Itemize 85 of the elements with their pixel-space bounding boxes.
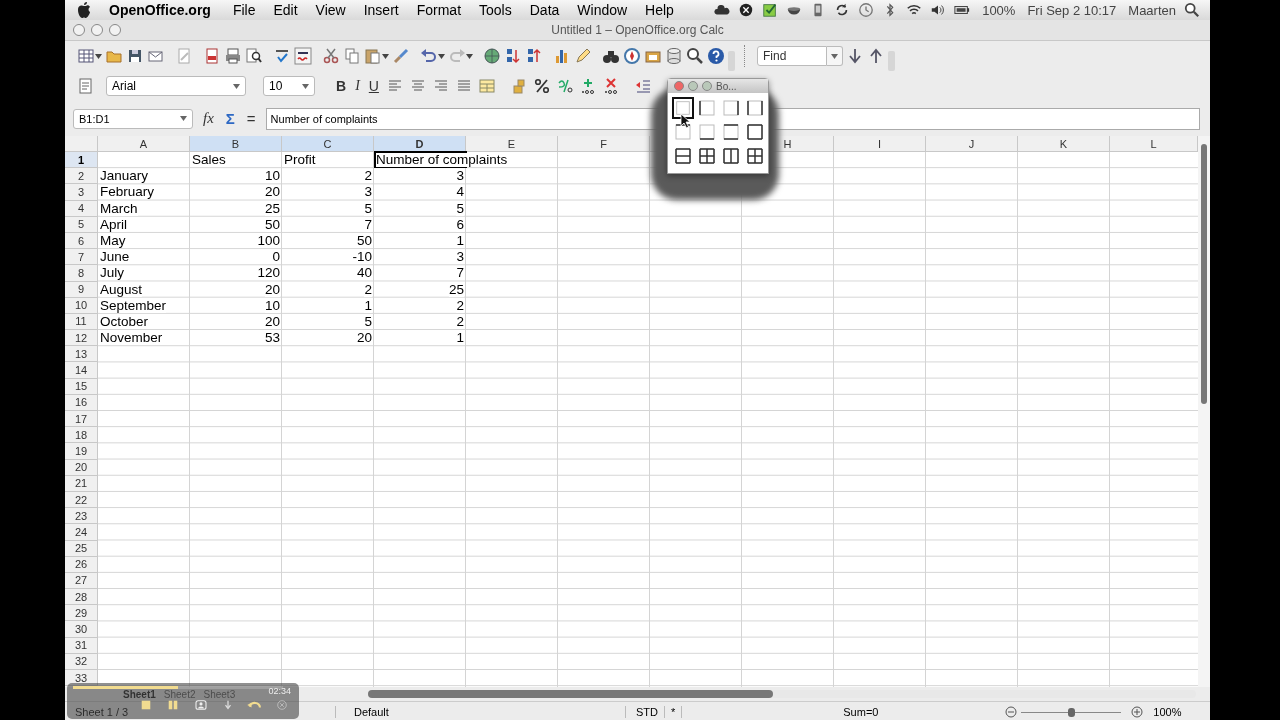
- cell-text: February: [100, 185, 155, 200]
- column-header[interactable]: J: [926, 136, 1018, 152]
- menu-item[interactable]: Insert: [363, 2, 399, 18]
- cell-text: 1: [364, 298, 372, 313]
- cell-text: 2: [364, 282, 372, 297]
- row-header[interactable]: 30: [65, 621, 98, 638]
- column-header[interactable]: L: [1110, 136, 1198, 152]
- formula-button[interactable]: Σ: [223, 110, 237, 127]
- column-header[interactable]: C: [282, 136, 374, 152]
- cell-text: 50: [264, 217, 280, 232]
- menu-item[interactable]: Data: [529, 2, 560, 18]
- cell-text: 5: [364, 314, 372, 329]
- find-field[interactable]: Find: [757, 46, 827, 66]
- cell-text: May: [100, 234, 126, 249]
- sheet-indicator: Sheet 1 / 3: [74, 706, 130, 718]
- formula-button[interactable]: fx: [201, 110, 216, 127]
- font-name-field[interactable]: Arial: [106, 76, 246, 96]
- column-header[interactable]: A: [98, 136, 190, 152]
- column-header[interactable]: K: [1018, 136, 1110, 152]
- cell-text: 20: [264, 314, 280, 329]
- zoom-level: 100%: [1152, 706, 1183, 718]
- menu-item[interactable]: Edit: [273, 2, 298, 18]
- cell-text: September: [100, 298, 167, 313]
- cell-text: 2: [456, 314, 464, 329]
- row-header[interactable]: 33: [65, 670, 98, 687]
- cell-text: 10: [264, 298, 280, 313]
- column-header[interactable]: I: [834, 136, 926, 152]
- page-style: Default: [335, 706, 625, 718]
- row-header[interactable]: 24: [65, 524, 98, 541]
- cell-text: Number of complaints: [376, 153, 508, 168]
- cell-text: 25: [448, 282, 464, 297]
- row-header[interactable]: 14: [65, 362, 98, 379]
- row-header[interactable]: 23: [65, 508, 98, 525]
- cell-text: 6: [456, 217, 464, 232]
- row-header[interactable]: 12: [65, 330, 98, 347]
- cell-text: 25: [264, 201, 280, 216]
- cell-text: October: [100, 314, 149, 329]
- cell-text: 5: [456, 201, 464, 216]
- text-style-button[interactable]: I: [353, 78, 362, 94]
- menu-item[interactable]: Window: [577, 2, 628, 18]
- cell-text: 2: [456, 298, 464, 313]
- row-header[interactable]: 29: [65, 605, 98, 622]
- app-name[interactable]: OpenOffice.org: [109, 2, 211, 18]
- column-header[interactable]: B: [190, 136, 282, 152]
- row-header[interactable]: 7: [65, 249, 98, 266]
- cell-text: 5: [364, 201, 372, 216]
- row-header[interactable]: 3: [65, 184, 98, 201]
- menu-item[interactable]: Tools: [479, 2, 512, 18]
- menu-clock[interactable]: Fri Sep 2 10:17: [1027, 2, 1117, 18]
- cell-text: 20: [264, 282, 280, 297]
- formula-button[interactable]: =: [244, 110, 258, 127]
- menu-item[interactable]: View: [315, 2, 346, 18]
- text-style-button[interactable]: U: [366, 78, 381, 94]
- row-header[interactable]: 17: [65, 411, 98, 428]
- sum-display: Sum=0: [842, 706, 880, 718]
- palette-title: Bo...: [716, 80, 737, 92]
- name-box[interactable]: B1:D1: [73, 108, 193, 129]
- cell-text: March: [100, 201, 138, 216]
- row-header[interactable]: 2: [65, 168, 98, 185]
- cell-text: July: [100, 266, 124, 281]
- cell-text: April: [100, 217, 127, 232]
- column-header[interactable]: E: [466, 136, 558, 152]
- window-title: Untitled 1 – OpenOffice.org Calc: [551, 23, 724, 37]
- column-header[interactable]: D: [374, 136, 466, 152]
- selection-mode[interactable]: STD: [625, 706, 664, 718]
- row-header[interactable]: 1: [65, 152, 98, 169]
- row-header[interactable]: 18: [65, 427, 98, 444]
- row-header[interactable]: 19: [65, 443, 98, 460]
- row-header[interactable]: 28: [65, 589, 98, 606]
- menu-item[interactable]: File: [232, 2, 256, 18]
- cell-text: August: [100, 282, 143, 297]
- menu-item[interactable]: Help: [645, 2, 674, 18]
- column-header[interactable]: F: [558, 136, 650, 152]
- sheet-tab[interactable]: Sheet1: [123, 688, 156, 700]
- user-name[interactable]: Maarten: [1128, 2, 1176, 18]
- modified-indicator: *: [664, 706, 683, 718]
- row-header[interactable]: 8: [65, 265, 98, 282]
- menu-item[interactable]: Format: [416, 2, 462, 18]
- recording-time: 02:34: [268, 686, 291, 696]
- row-header[interactable]: 13: [65, 346, 98, 363]
- text-style-button[interactable]: B: [334, 78, 349, 94]
- cell-text: January: [100, 169, 149, 184]
- battery-percentage: 100%: [982, 2, 1016, 18]
- font-size-field[interactable]: 10: [263, 76, 315, 96]
- cell-text: 7: [364, 217, 372, 232]
